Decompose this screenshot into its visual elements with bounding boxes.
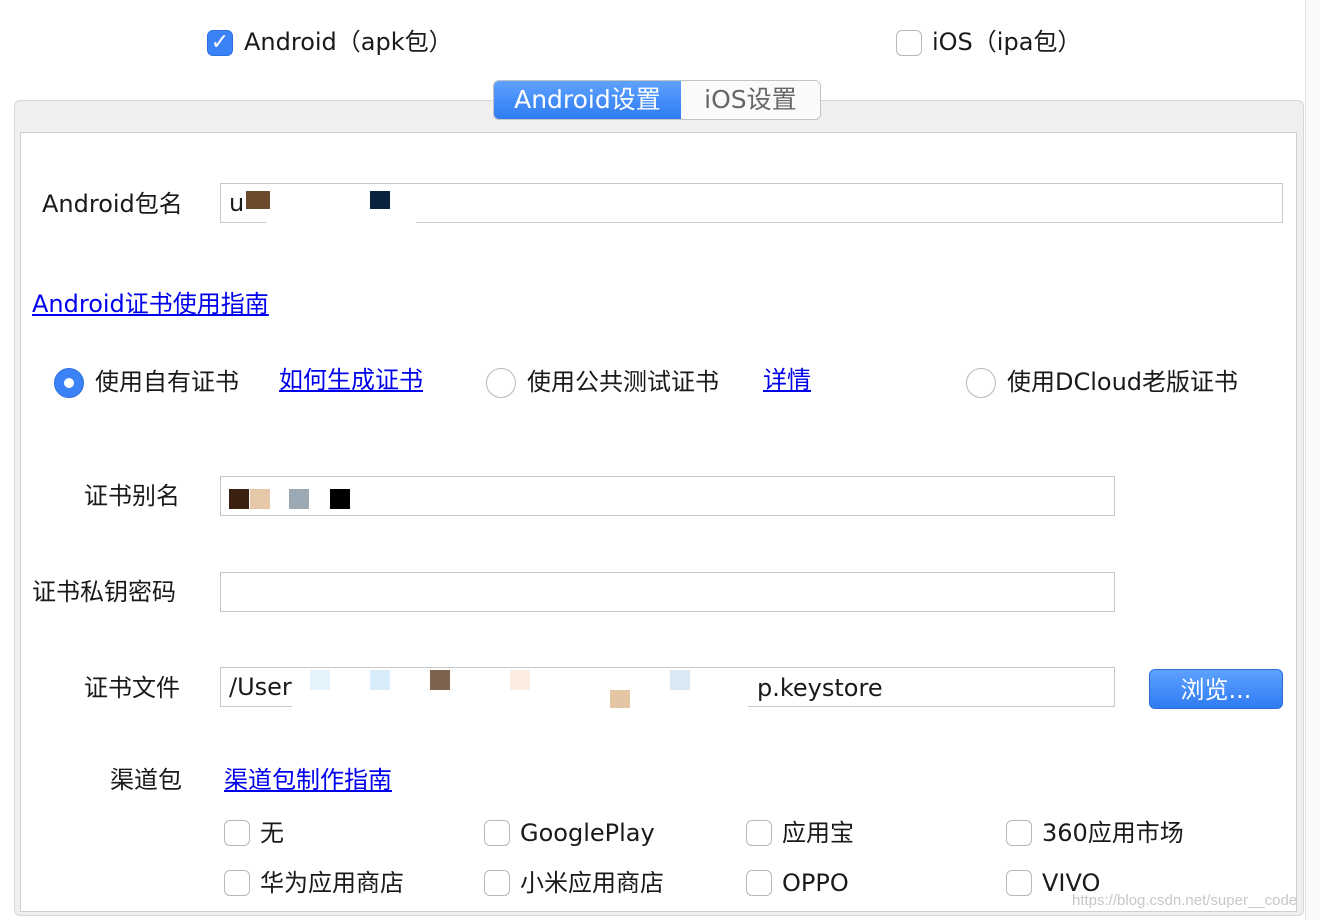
cert-option-public-test-label: 使用公共测试证书 [527, 368, 719, 396]
package-name-label: Android包名 [42, 190, 183, 218]
redaction-pixel [670, 670, 690, 690]
channel-label-googleplay: GooglePlay [520, 819, 655, 847]
redaction-pixel [229, 489, 249, 509]
cert-file-value-suffix: p.keystore [757, 674, 883, 702]
redacted-region [266, 185, 416, 223]
android-platform-label: Android（apk包） [244, 28, 453, 56]
redaction-pixel [370, 191, 390, 209]
redaction-pixel [246, 191, 270, 209]
cert-option-own-radio[interactable] [54, 368, 84, 398]
channel-label-oppo: OPPO [782, 869, 849, 897]
settings-panel [20, 132, 1297, 912]
channel-checkbox-vivo[interactable] [1006, 870, 1032, 896]
how-to-generate-cert-link[interactable]: 如何生成证书 [279, 365, 423, 395]
channel-package-guide-link[interactable]: 渠道包制作指南 [224, 765, 392, 795]
redacted-region [222, 574, 342, 610]
watermark-text: https://blog.csdn.net/super__code [1072, 892, 1298, 909]
cert-option-dcloud-legacy-radio[interactable] [966, 368, 996, 398]
browse-button[interactable]: 浏览... [1149, 669, 1283, 709]
cert-option-own-label: 使用自有证书 [95, 368, 239, 396]
redaction-pixel [430, 670, 450, 690]
redaction-pixel [289, 489, 309, 509]
cert-alias-input[interactable] [220, 476, 1115, 516]
cert-option-public-test-radio[interactable] [486, 368, 516, 398]
channel-checkbox-huawei[interactable] [224, 870, 250, 896]
channel-checkbox-xiaomi[interactable] [484, 870, 510, 896]
tab-android-settings[interactable]: Android设置 [494, 81, 681, 119]
public-cert-details-link[interactable]: 详情 [763, 365, 811, 395]
window-scrollbar[interactable] [1305, 0, 1320, 920]
cert-alias-label: 证书别名 [84, 482, 180, 510]
redaction-pixel [250, 489, 270, 509]
package-name-value: u [229, 189, 245, 217]
checkmark-icon: ✓ [210, 30, 230, 55]
cert-password-input[interactable] [220, 572, 1115, 612]
channel-package-label: 渠道包 [110, 766, 182, 794]
cert-password-label: 证书私钥密码 [32, 578, 176, 606]
channel-checkbox-none[interactable] [224, 820, 250, 846]
android-platform-checkbox[interactable]: ✓ [207, 30, 233, 56]
channel-label-huawei: 华为应用商店 [260, 869, 404, 897]
redaction-pixel [510, 670, 530, 690]
redaction-pixel [330, 489, 350, 509]
radio-dot-icon [64, 378, 74, 388]
tab-ios-settings[interactable]: iOS设置 [680, 81, 820, 119]
cert-file-value-prefix: /User [229, 673, 292, 701]
cert-file-label: 证书文件 [84, 674, 180, 702]
redaction-pixel [610, 690, 630, 708]
channel-label-yingyongbao: 应用宝 [782, 819, 854, 847]
channel-label-xiaomi: 小米应用商店 [520, 869, 664, 897]
ios-platform-checkbox[interactable] [896, 30, 922, 56]
channel-label-none: 无 [260, 819, 284, 847]
redaction-pixel [310, 670, 330, 690]
ios-platform-label: iOS（ipa包） [932, 28, 1082, 56]
cert-option-dcloud-legacy-label: 使用DCloud老版证书 [1007, 368, 1239, 396]
channel-checkbox-googleplay[interactable] [484, 820, 510, 846]
redaction-pixel [370, 670, 390, 690]
channel-checkbox-360[interactable] [1006, 820, 1032, 846]
channel-checkbox-oppo[interactable] [746, 870, 772, 896]
channel-checkbox-yingyongbao[interactable] [746, 820, 772, 846]
settings-tabs: Android设置 iOS设置 [493, 80, 821, 120]
channel-label-360: 360应用市场 [1042, 819, 1184, 847]
android-cert-guide-link[interactable]: Android证书使用指南 [32, 289, 269, 319]
